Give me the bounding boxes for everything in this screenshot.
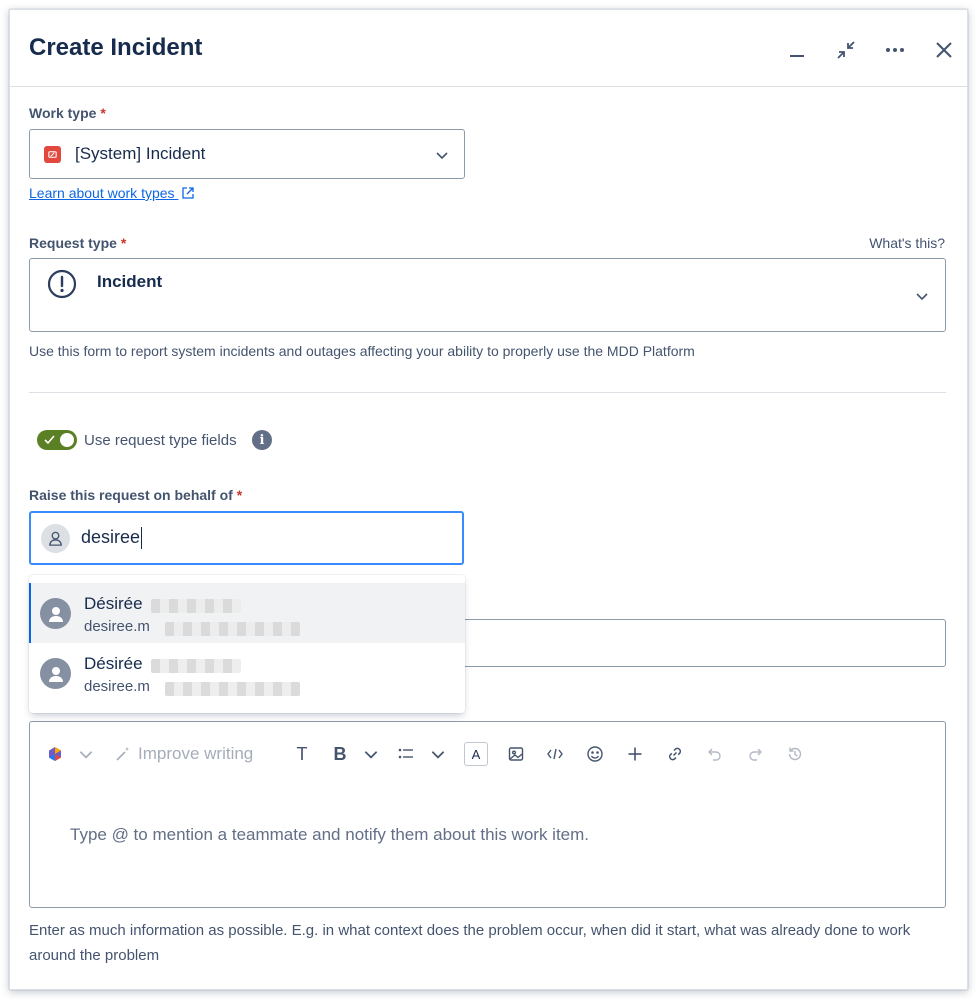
learn-work-types-link[interactable]: Learn about work types — [29, 185, 195, 201]
plus-icon — [628, 747, 642, 761]
avatar — [40, 658, 71, 689]
redo-icon — [749, 748, 762, 761]
learn-work-types-text: Learn about work types — [29, 185, 175, 201]
insert-button[interactable] — [625, 742, 645, 766]
chevron-down-icon — [79, 751, 93, 759]
request-type-select[interactable]: Incident — [29, 258, 946, 332]
raise-on-behalf-value: desiree — [81, 527, 143, 550]
raise-on-behalf-label-text: Raise this request on behalf of — [29, 487, 233, 503]
chevron-down-icon — [431, 751, 445, 759]
ai-icon — [49, 747, 61, 761]
info-icon[interactable]: i — [252, 430, 272, 450]
user-icon — [49, 531, 62, 546]
request-type-help: Use this form to report system incidents… — [29, 343, 695, 359]
raise-on-behalf-label: Raise this request on behalf of * — [29, 487, 242, 503]
link-button[interactable] — [665, 742, 685, 766]
redo-button[interactable] — [745, 742, 765, 766]
required-marker: * — [236, 487, 243, 503]
minimize-button[interactable] — [783, 36, 811, 64]
exclamation-circle-icon — [47, 269, 77, 299]
whats-this-link[interactable]: What's this? — [869, 235, 945, 251]
request-type-label: Request type * — [29, 235, 126, 251]
more-actions-button[interactable] — [881, 36, 909, 64]
text-style-icon: T — [296, 743, 308, 764]
avatar — [40, 598, 71, 629]
user-icon — [48, 666, 63, 682]
ai-menu-chevron[interactable] — [76, 742, 96, 766]
text-caret — [141, 527, 143, 550]
link-icon — [668, 747, 682, 761]
history-icon — [788, 747, 802, 761]
undo-icon — [708, 748, 721, 761]
emoji-button[interactable] — [585, 742, 605, 766]
more-formatting-chevron[interactable] — [362, 742, 380, 766]
emoji-icon — [587, 746, 603, 762]
close-button[interactable] — [930, 36, 958, 64]
minimize-icon — [790, 55, 804, 57]
redacted-surname — [151, 659, 241, 673]
list-options-chevron[interactable] — [429, 742, 447, 766]
text-style-button[interactable]: T — [292, 742, 312, 766]
page-title: Create Incident — [29, 34, 203, 61]
insert-image-button[interactable] — [506, 742, 526, 766]
bold-icon: B — [333, 743, 347, 764]
user-icon — [48, 606, 63, 622]
work-type-label-text: Work type — [29, 105, 97, 121]
user-avatar — [41, 524, 70, 553]
required-marker: * — [120, 235, 127, 251]
text-color-button[interactable]: A — [464, 742, 488, 766]
request-type-label-text: Request type — [29, 235, 117, 251]
more-icon — [886, 48, 904, 52]
description-help: Enter as much information as possible. E… — [29, 922, 911, 964]
typed-text: desiree — [81, 527, 141, 547]
user-suggestions-dropdown: Désirée desiree.m Désirée desiree.m — [29, 575, 465, 713]
create-incident-dialog: Create Incident Work type * [System] Inc… — [9, 9, 968, 990]
image-icon — [508, 747, 524, 761]
work-type-value: [System] Incident — [75, 144, 206, 163]
code-icon — [547, 748, 563, 760]
user-option-email: desiree.m — [84, 678, 150, 695]
chevron-down-icon — [436, 152, 448, 160]
work-type-label: Work type * — [29, 105, 106, 121]
use-request-type-fields-toggle[interactable] — [37, 430, 77, 450]
improve-writing-label: Improve writing — [138, 744, 254, 763]
collapse-icon — [837, 41, 855, 59]
chevron-down-icon — [364, 751, 378, 759]
user-option-email: desiree.m — [84, 618, 150, 635]
bullet-list-icon — [398, 748, 413, 759]
user-option[interactable]: Désirée desiree.m — [29, 643, 465, 703]
improve-writing-button[interactable]: Improve writing — [114, 742, 253, 766]
history-button[interactable] — [785, 742, 805, 766]
work-type-select[interactable]: [System] Incident — [29, 129, 465, 179]
redacted-email — [165, 682, 300, 696]
user-option[interactable]: Désirée desiree.m — [29, 583, 465, 643]
redacted-surname — [151, 599, 241, 613]
description-editor[interactable]: Improve writing T B A Type @ to mention … — [29, 721, 946, 908]
toggle-knob — [60, 433, 74, 447]
request-type-value: Incident — [97, 272, 163, 291]
text-color-icon: A — [471, 746, 481, 762]
user-option-name: Désirée — [84, 594, 143, 613]
bold-button[interactable]: B — [330, 742, 350, 766]
external-link-icon — [182, 187, 195, 199]
collapse-button[interactable] — [832, 36, 860, 64]
close-icon — [936, 42, 952, 58]
chevron-down-icon — [916, 293, 928, 301]
dialog-header: Create Incident — [10, 10, 967, 87]
ai-button[interactable] — [44, 742, 66, 766]
toggle-label: Use request type fields — [84, 432, 237, 449]
check-icon — [44, 435, 55, 445]
divider — [29, 392, 946, 393]
raise-on-behalf-input[interactable]: desiree — [29, 511, 464, 565]
bullet-list-button[interactable] — [396, 742, 416, 766]
user-option-name: Désirée — [84, 654, 143, 673]
magic-wand-icon — [116, 747, 129, 761]
undo-button[interactable] — [705, 742, 725, 766]
redacted-email — [165, 622, 300, 636]
code-button[interactable] — [545, 742, 565, 766]
incident-type-icon — [44, 146, 61, 163]
editor-placeholder: Type @ to mention a teammate and notify … — [70, 825, 590, 844]
required-marker: * — [100, 105, 106, 121]
